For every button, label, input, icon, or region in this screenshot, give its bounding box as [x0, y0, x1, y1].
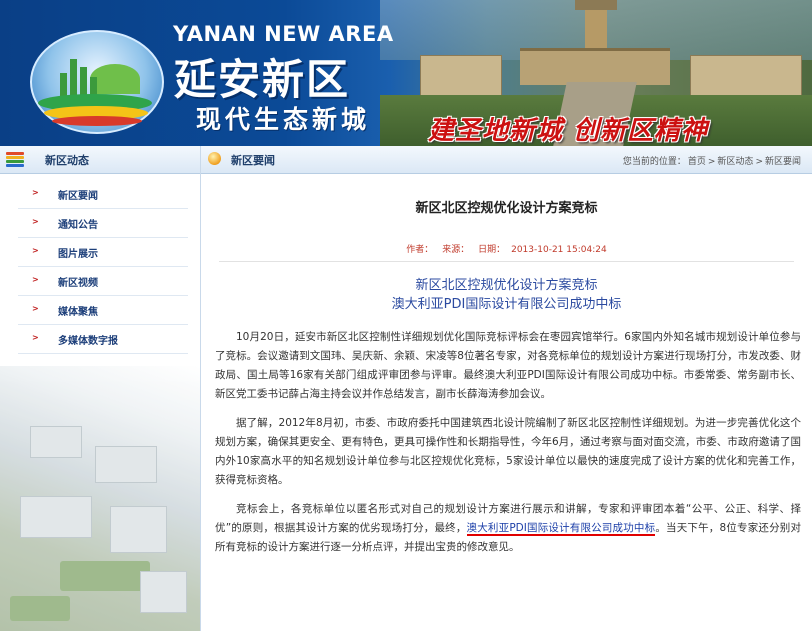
site-banner: YANAN NEW AREA 延安新区 现代生态新城 建圣地新城 创新区精神: [0, 0, 812, 146]
brand-english-name: YANAN NEW AREA: [173, 22, 394, 46]
breadcrumb-prefix: 您当前的位置：: [622, 157, 686, 167]
banner-slogan: 建圣地新城 创新区精神: [428, 116, 709, 146]
arrow-right-icon: >: [32, 246, 39, 255]
breadcrumb-home-link[interactable]: 首页: [688, 157, 706, 167]
brand-chinese-name: 延安新区: [174, 55, 351, 104]
section-header-bar: 新区要闻 您当前的位置： 首页 > 新区动态 > 新区要闻: [201, 146, 812, 174]
article-subtitle-line1: 新区北区控规优化设计方案竞标: [415, 278, 598, 293]
article-paragraph-3: 竞标会上，各竞标单位以匿名形式对自己的规划设计方案进行展示和讲解，专家和评审团本…: [215, 500, 801, 557]
breadcrumb-news-link[interactable]: 新区要闻: [765, 157, 801, 167]
sidebar-nav: > 新区要闻 > 通知公告 > 图片展示 > 新区视频 > 媒体聚焦 > 多媒体…: [18, 180, 188, 354]
sidebar-item-news[interactable]: > 新区要闻: [18, 180, 188, 209]
sidebar-item-media-focus[interactable]: > 媒体聚焦: [18, 296, 188, 325]
para3-highlight-winner: 澳大利亚PDI国际设计有限公司成功中标: [466, 522, 656, 536]
main-content: 新区要闻 您当前的位置： 首页 > 新区动态 > 新区要闻 新区北区控规优化设计方案竞标 …: [201, 146, 812, 631]
arrow-right-icon: >: [32, 275, 39, 284]
banner-hall-building: [520, 48, 670, 85]
breadcrumb-dynamics-link[interactable]: 新区动态: [717, 157, 753, 167]
article-paragraph-2: 据了解，2012年8月初，市委、市政府委托中国建筑西北设计院编制了新区北区控制性…: [215, 417, 801, 486]
arrow-right-icon: >: [32, 188, 39, 197]
sun-bullet-icon: [208, 152, 221, 165]
sidebar: 新区动态 > 新区要闻 > 通知公告 > 图片展示 > 新区视频 > 媒体聚焦 …: [0, 146, 201, 631]
section-title: 新区要闻: [231, 154, 275, 167]
sidebar-item-videos[interactable]: > 新区视频: [18, 267, 188, 296]
breadcrumb-separator: >: [707, 157, 716, 167]
article-paragraph-1: 10月20日，延安市新区北区控制性详细规划优化国际竞标评标会在枣园宾馆举行。6家…: [215, 331, 801, 400]
banner-pagoda-tower: [575, 0, 617, 54]
meta-source-label: 来源：: [442, 245, 470, 255]
sidebar-title: 新区动态: [45, 154, 89, 167]
meta-author-label: 作者：: [406, 245, 434, 255]
meta-date-value: 2013-10-21 15:04:24: [511, 245, 607, 255]
sidebar-item-label[interactable]: 媒体聚焦: [58, 303, 98, 318]
article-title: 新区北区控规优化设计方案竞标: [415, 201, 598, 216]
article-meta: 作者： 来源： 日期： 2013-10-21 15:04:24: [201, 242, 812, 255]
sidebar-item-label[interactable]: 图片展示: [58, 245, 98, 260]
meta-divider: [219, 261, 794, 262]
arrow-right-icon: >: [32, 304, 39, 313]
sidebar-item-digital-paper[interactable]: > 多媒体数字报: [18, 325, 188, 354]
sidebar-item-label[interactable]: 通知公告: [58, 216, 98, 231]
arrow-right-icon: >: [32, 217, 39, 226]
site-logo-icon[interactable]: [30, 30, 164, 135]
article-subtitle-line2: 澳大利亚PDI国际设计有限公司成功中标: [391, 297, 622, 312]
sidebar-item-label[interactable]: 新区视频: [58, 274, 98, 289]
banner-building-right: [690, 55, 802, 97]
arrow-right-icon: >: [32, 333, 39, 342]
article-body: 10月20日，延安市新区北区控制性详细规划优化国际竞标评标会在枣园宾馆举行。6家…: [215, 328, 801, 567]
sidebar-item-label[interactable]: 多媒体数字报: [58, 332, 118, 347]
stacked-bars-icon: [6, 152, 24, 167]
banner-building-left: [420, 55, 502, 97]
sidebar-city-rendering: [0, 366, 200, 631]
breadcrumb-separator: >: [755, 157, 763, 167]
meta-date-label: 日期：: [478, 245, 506, 255]
sidebar-item-photos[interactable]: > 图片展示: [18, 238, 188, 267]
breadcrumb: 您当前的位置： 首页 > 新区动态 > 新区要闻: [622, 154, 802, 167]
sidebar-item-label[interactable]: 新区要闻: [58, 187, 98, 202]
brand-subtitle: 现代生态新城: [196, 105, 371, 134]
sidebar-header: 新区动态: [0, 146, 200, 174]
sidebar-item-notices[interactable]: > 通知公告: [18, 209, 188, 238]
